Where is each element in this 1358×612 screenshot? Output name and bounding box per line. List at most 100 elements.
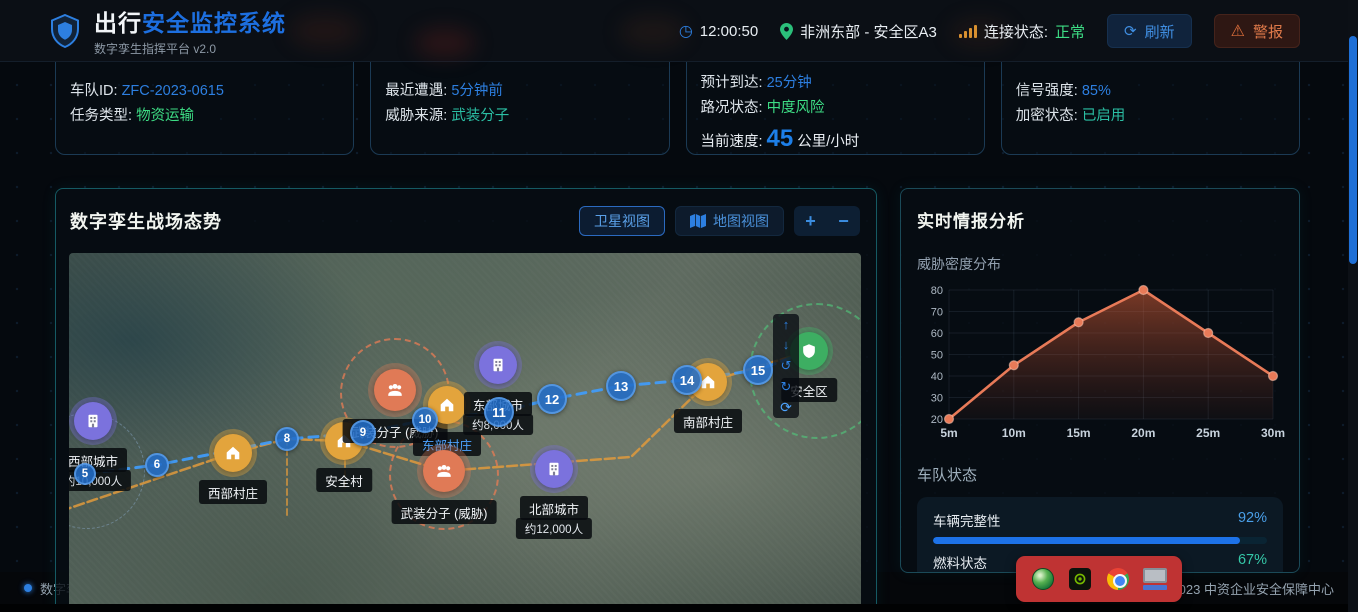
svg-text:5m: 5m: [940, 426, 957, 440]
connection-value: 正常: [1055, 21, 1085, 42]
city-marker[interactable]: [74, 402, 112, 440]
speed-value: 45: [767, 125, 794, 152]
zoom-controls: + −: [794, 206, 860, 236]
svg-text:30m: 30m: [1261, 426, 1285, 440]
map-icon: [690, 214, 706, 228]
zoom-in-button[interactable]: +: [794, 206, 827, 236]
waypoint-12[interactable]: 12: [537, 384, 567, 414]
village-marker[interactable]: [214, 434, 252, 472]
location-pin-icon: [780, 23, 793, 40]
download-manager-icon[interactable]: [1031, 567, 1055, 591]
svg-text:25m: 25m: [1196, 426, 1220, 440]
waypoint-14[interactable]: 14: [672, 365, 702, 395]
threat-source-label: 威胁来源:: [385, 108, 447, 124]
clock-icon: ◷: [679, 21, 693, 41]
waypoint-6[interactable]: 6: [145, 453, 169, 477]
chrome-icon[interactable]: [1106, 567, 1130, 591]
signal-strength-label: 信号强度:: [1016, 83, 1078, 99]
road-status-value: 中度风险: [767, 100, 825, 116]
encryption-value: 已启用: [1082, 108, 1126, 124]
battlefield-map-panel: 数字孪生战场态势 卫星视图 地图视图 + − 西部城市约10,000人西部村庄安…: [55, 188, 877, 612]
waypoint-13[interactable]: 13: [606, 371, 636, 401]
threat-density-chart: 203040506070805m10m15m20m25m30m: [917, 280, 1283, 450]
taskbar-strip: [0, 604, 1358, 612]
connection-status: 连接状态: 正常: [959, 21, 1085, 42]
svg-text:80: 80: [931, 285, 943, 297]
map-marker-population: 约12,000人: [516, 518, 592, 539]
taskbar-popup: [1016, 556, 1182, 602]
last-encounter-label: 最近遭遇:: [385, 83, 447, 99]
threat-source-value: 武装分子: [451, 108, 509, 124]
nvidia-icon[interactable]: [1068, 567, 1092, 591]
header-glow-blob: [415, 28, 475, 58]
satellite-view-button[interactable]: 卫星视图: [579, 206, 665, 236]
svg-text:40: 40: [931, 371, 943, 383]
refresh-button[interactable]: ⟳ 刷新: [1107, 14, 1192, 48]
refresh-icon[interactable]: ⟳: [780, 400, 792, 414]
map-marker-label: 北部城市: [520, 496, 588, 520]
warning-icon: ⚠: [1231, 21, 1245, 41]
mission-type-value: 物资运输: [136, 108, 194, 124]
map-marker-label: 西部村庄: [199, 480, 267, 504]
page-scrollbar[interactable]: [1348, 0, 1358, 612]
building-icon: [545, 460, 563, 478]
svg-text:60: 60: [931, 328, 943, 340]
eta-value: 25分钟: [767, 75, 812, 91]
svg-text:20m: 20m: [1131, 426, 1155, 440]
map-marker-label: 安全村: [316, 468, 372, 492]
fleet-bar-value: 92%: [1238, 510, 1267, 530]
city-marker[interactable]: [535, 450, 573, 488]
waypoint-8[interactable]: 8: [275, 427, 299, 451]
eta-label: 预计到达:: [701, 75, 763, 91]
city-marker[interactable]: [479, 346, 517, 384]
waypoint-5[interactable]: 5: [74, 463, 96, 485]
scrollbar-thumb[interactable]: [1349, 36, 1357, 264]
zoom-out-button[interactable]: −: [827, 206, 860, 236]
fleet-bar-label: 燃料状态: [933, 552, 987, 572]
app-header: 出行安全监控系统 数字孪生指挥平台 v2.0 ◷ 12:00:50 非洲东部 -…: [0, 0, 1358, 62]
encryption-label: 加密状态:: [1016, 108, 1078, 124]
signal-bars-icon: [959, 24, 977, 38]
threat-marker[interactable]: [374, 369, 416, 411]
page-subtitle: 数字孪生指挥平台 v2.0: [94, 40, 286, 57]
house-icon: [224, 444, 242, 462]
online-status-dot: [24, 584, 32, 592]
waypoint-10[interactable]: 10: [412, 407, 438, 433]
waypoint-11[interactable]: 11: [484, 397, 514, 427]
building-icon: [489, 356, 507, 374]
brand: 出行安全监控系统 数字孪生指挥平台 v2.0: [50, 4, 286, 57]
convoy-id-label: 车队ID:: [70, 83, 118, 99]
waypoint-9[interactable]: 9: [350, 420, 376, 446]
map-view-button[interactable]: 地图视图: [675, 206, 784, 236]
intel-panel-title: 实时情报分析: [917, 207, 1283, 232]
down-icon[interactable]: ↓: [783, 338, 790, 351]
house-icon: [438, 396, 456, 414]
footer-copyright: © 2023 中资企业安全保障中心: [1158, 579, 1334, 598]
up-icon[interactable]: ↑: [783, 318, 790, 331]
people-icon: [386, 381, 404, 399]
svg-text:10m: 10m: [1002, 426, 1026, 440]
fleet-status-title: 车队状态: [917, 464, 1283, 485]
redo-icon[interactable]: ↻: [781, 380, 792, 393]
satellite-map[interactable]: 西部城市约10,000人西部村庄安全村武装分子 (威胁)东部村庄东部城市约8,0…: [69, 253, 861, 612]
clock: ◷ 12:00:50: [679, 21, 758, 41]
display-icon[interactable]: [1143, 567, 1167, 591]
intel-panel: 实时情报分析 威胁密度分布 203040506070805m10m15m20m2…: [900, 188, 1300, 573]
fleet-bar-label: 车辆完整性: [933, 510, 1001, 530]
alert-button[interactable]: ⚠ 警报: [1214, 14, 1300, 48]
building-icon: [84, 412, 102, 430]
page-title: 出行安全监控系统: [94, 4, 286, 38]
app-screen: 数字孪生 © 2023 中资企业安全保障中心 出行安全监控系统 数字孪生指挥平台…: [0, 0, 1358, 612]
threat-marker[interactable]: [423, 450, 465, 492]
header-glow-blob: [290, 14, 360, 48]
mission-type-label: 任务类型:: [70, 108, 132, 124]
shield-icon: [800, 342, 818, 360]
svg-text:15m: 15m: [1067, 426, 1091, 440]
undo-icon[interactable]: ↺: [781, 359, 792, 372]
shield-logo-icon: [50, 14, 80, 48]
svg-text:30: 30: [931, 393, 943, 405]
speed-label: 当前速度:: [701, 134, 763, 150]
speed-unit: 公里/小时: [797, 134, 859, 150]
map-nav-controls: ↑ ↓ ↺ ↻ ⟳: [773, 314, 799, 418]
waypoint-15[interactable]: 15: [743, 355, 773, 385]
